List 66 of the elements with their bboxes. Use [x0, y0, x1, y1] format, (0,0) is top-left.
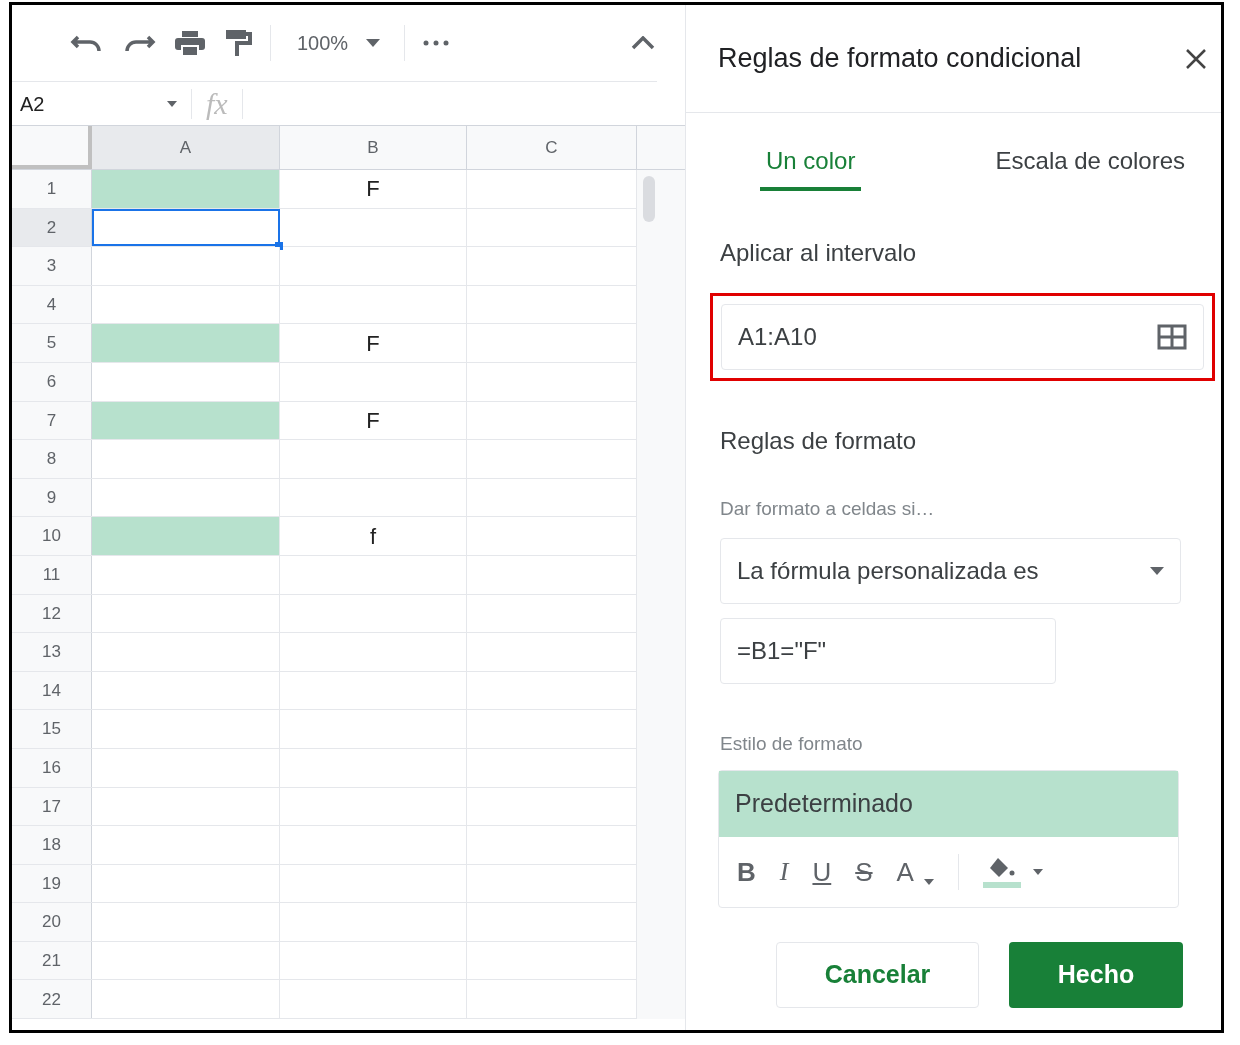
row-header[interactable]: 9: [12, 478, 92, 517]
fill-color-button[interactable]: [982, 856, 1043, 888]
row-header[interactable]: 20: [12, 903, 92, 941]
field-label: Dar formato a celdas si…: [720, 497, 936, 521]
column-header[interactable]: C: [467, 126, 637, 169]
scrollbar-thumb[interactable]: [643, 176, 655, 222]
row-header[interactable]: 15: [12, 710, 92, 748]
row-header[interactable]: 21: [12, 941, 92, 980]
range-field[interactable]: A1:A10: [721, 304, 1204, 370]
row-header[interactable]: 8: [12, 440, 92, 478]
row-header[interactable]: 22: [12, 980, 92, 1019]
row-header[interactable]: 13: [12, 633, 92, 671]
done-button[interactable]: Hecho: [1009, 942, 1183, 1008]
row-header[interactable]: 5: [12, 324, 92, 362]
caret-icon: [1032, 869, 1043, 875]
row-header[interactable]: 14: [12, 671, 92, 710]
collapse-icon[interactable]: [631, 36, 655, 50]
close-icon[interactable]: [1185, 47, 1207, 70]
cancel-button[interactable]: Cancelar: [776, 942, 979, 1008]
table-cell: F: [280, 170, 467, 208]
print-icon[interactable]: [174, 29, 206, 57]
table-cell: F: [280, 401, 467, 440]
column-header[interactable]: B: [280, 126, 467, 169]
panel-title: Reglas de formato condicional: [718, 42, 1082, 76]
zoom-value[interactable]: 100%: [297, 28, 349, 58]
row-header[interactable]: 4: [12, 285, 92, 324]
bold-button[interactable]: B: [737, 859, 756, 885]
tab[interactable]: Un color: [760, 143, 862, 191]
function-label: fx: [206, 86, 228, 122]
caret-icon: [1150, 566, 1164, 575]
row-header[interactable]: 18: [12, 826, 92, 864]
field-label: Estilo de formato: [720, 731, 864, 756]
style-preview: Predeterminado: [719, 771, 1178, 837]
table-cell: f: [280, 517, 467, 555]
row-header[interactable]: 2: [12, 208, 92, 247]
more-icon[interactable]: [423, 40, 450, 46]
row-header[interactable]: 3: [12, 247, 92, 285]
row-header[interactable]: 17: [12, 787, 92, 826]
paint-format-icon[interactable]: [224, 28, 252, 58]
caret-icon[interactable]: [167, 100, 177, 107]
color-swatch: [982, 881, 1021, 888]
section-heading: Reglas de formato: [720, 426, 918, 456]
row-header[interactable]: 10: [12, 517, 92, 555]
cell-reference[interactable]: A2: [12, 88, 167, 119]
strikethrough-button[interactable]: S: [855, 859, 873, 885]
column-header[interactable]: A: [92, 126, 280, 169]
grid-select-icon[interactable]: [1157, 324, 1187, 350]
condition-dropdown[interactable]: La fórmula personalizada es: [720, 537, 1181, 604]
formula-input[interactable]: =B1="F": [720, 617, 1056, 684]
header-filler: [637, 126, 685, 169]
row-header[interactable]: 16: [12, 748, 92, 787]
caret-icon[interactable]: [366, 39, 381, 47]
row-header[interactable]: 12: [12, 594, 92, 633]
row-header[interactable]: 7: [12, 401, 92, 440]
row-header[interactable]: 1: [12, 170, 92, 208]
row-header[interactable]: 11: [12, 555, 92, 594]
paint-bucket-icon: [987, 856, 1016, 879]
row-header[interactable]: 19: [12, 864, 92, 903]
tab[interactable]: Escala de colores: [989, 143, 1191, 191]
section-heading: Aplicar al intervalo: [720, 238, 918, 268]
row-header[interactable]: 6: [12, 362, 92, 401]
underline-button[interactable]: U: [812, 859, 832, 885]
italic-button[interactable]: I: [779, 859, 789, 885]
caret-icon: [923, 879, 934, 885]
text-color-button[interactable]: A: [896, 859, 934, 885]
table-cell: F: [280, 324, 467, 362]
